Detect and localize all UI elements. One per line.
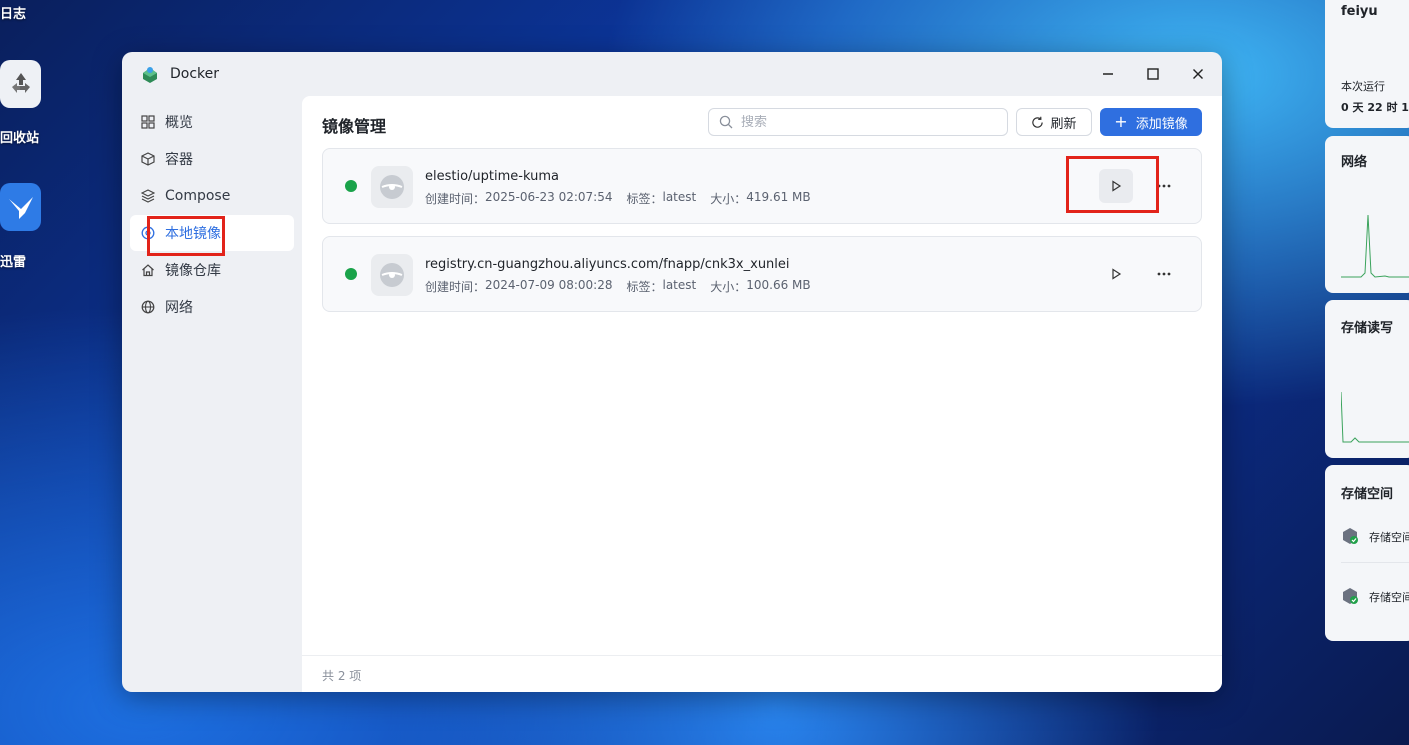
image-meta: 创建时间： 2024-07-09 08:00:28 标签： latest 大小：…: [425, 278, 811, 295]
run-button[interactable]: [1099, 169, 1133, 203]
sidebar-item-label: 本地镜像: [165, 226, 221, 242]
globe-icon: [140, 299, 156, 315]
storage-widget: 存储空间 存储空间 存储空间: [1325, 465, 1409, 641]
created-value: 2024-07-09 08:00:28: [485, 278, 613, 292]
image-disc-icon: [371, 166, 413, 208]
main-panel: 镜像管理 刷新 + 添加镜像 elestio/uptime-kuma 创建时间：…: [302, 96, 1222, 692]
maximize-icon: [1147, 68, 1159, 80]
size-value: 100.66 MB: [746, 278, 811, 292]
disk-io-title: 存储读写: [1341, 321, 1394, 336]
page-title: 镜像管理: [322, 117, 387, 136]
image-disc-icon: [371, 254, 413, 296]
refresh-icon: [1031, 116, 1044, 129]
docker-window: Docker 概览 容器 Compose 本地镜像 镜像仓库 网络 镜像管理 搜…: [122, 52, 1222, 692]
tag-value: latest: [662, 278, 697, 292]
refresh-label: 刷新: [1050, 116, 1077, 132]
uptime-value: 0 天 22 时 13: [1341, 101, 1409, 114]
list-footer: 共 2 项: [302, 655, 1222, 692]
sidebar-item-label: Compose: [165, 188, 231, 204]
refresh-button[interactable]: 刷新: [1016, 108, 1092, 136]
sidebar-item-image-registry[interactable]: 镜像仓库: [130, 252, 294, 288]
image-meta: 创建时间： 2025-06-23 02:07:54 标签： latest 大小：…: [425, 190, 811, 207]
home-icon: [140, 262, 156, 278]
created-label: 创建时间：: [425, 280, 486, 294]
desktop-label-xunlei[interactable]: 迅雷: [0, 251, 26, 270]
box-icon: [140, 151, 156, 167]
image-name: registry.cn-guangzhou.aliyuncs.com/fnapp…: [425, 257, 790, 272]
more-options-button[interactable]: [1149, 259, 1179, 289]
divider: [1341, 562, 1409, 563]
maximize-button[interactable]: [1143, 64, 1163, 84]
desktop-label-recycle-bin[interactable]: 回收站: [0, 127, 39, 146]
sidebar-item-label: 概览: [165, 115, 193, 131]
xunlei-bird-icon[interactable]: [0, 183, 41, 231]
sidebar-item-label: 容器: [165, 152, 193, 168]
network-title: 网络: [1341, 155, 1368, 170]
plus-icon: +: [1114, 112, 1128, 131]
minimize-icon: [1103, 73, 1113, 75]
layers-icon: [140, 188, 156, 204]
sidebar-item-overview[interactable]: 概览: [130, 104, 294, 140]
created-label: 创建时间：: [425, 192, 486, 206]
created-value: 2025-06-23 02:07:54: [485, 190, 613, 204]
disk-io-widget: 存储读写: [1325, 300, 1409, 458]
size-label: 大小：: [710, 280, 747, 294]
tag-label: 标签：: [626, 280, 663, 294]
run-button[interactable]: [1099, 257, 1133, 291]
close-button[interactable]: [1188, 64, 1208, 84]
ellipsis-icon: [1157, 184, 1171, 188]
size-value: 419.61 MB: [746, 190, 811, 204]
add-image-button[interactable]: + 添加镜像: [1100, 108, 1202, 136]
sidebar-item-label: 镜像仓库: [165, 263, 221, 279]
network-sparkline: [1341, 214, 1409, 278]
storage-drive-icon: [1341, 587, 1359, 605]
search-icon: [719, 115, 733, 129]
uptime-label: 本次运行: [1341, 80, 1385, 93]
status-running-dot: [345, 268, 357, 280]
storage-item-label: 存储空间: [1369, 591, 1409, 604]
sidebar: 概览 容器 Compose 本地镜像 镜像仓库 网络: [122, 96, 302, 692]
sidebar-item-label: 网络: [165, 300, 193, 316]
close-icon: [1193, 69, 1203, 79]
play-icon: [1112, 180, 1122, 192]
image-card[interactable]: elestio/uptime-kuma 创建时间： 2025-06-23 02:…: [322, 148, 1202, 224]
desktop-label-log[interactable]: 日志: [0, 3, 26, 22]
ellipsis-icon: [1157, 272, 1171, 276]
disc-icon: [140, 225, 156, 241]
window-title: Docker: [170, 66, 220, 82]
sidebar-item-containers[interactable]: 容器: [130, 141, 294, 177]
item-count: 共 2 项: [322, 669, 362, 683]
status-running-dot: [345, 180, 357, 192]
search-input[interactable]: [741, 114, 991, 130]
image-card[interactable]: registry.cn-guangzhou.aliyuncs.com/fnapp…: [322, 236, 1202, 312]
tag-label: 标签：: [626, 192, 663, 206]
sidebar-item-compose[interactable]: Compose: [130, 178, 294, 214]
docker-logo-icon: [140, 64, 160, 84]
add-image-label: 添加镜像: [1135, 116, 1188, 132]
tag-value: latest: [662, 190, 697, 204]
window-titlebar[interactable]: Docker: [122, 52, 1222, 96]
system-info-widget: feiyu 本次运行 0 天 22 时 13: [1325, 0, 1409, 128]
more-options-button[interactable]: [1149, 171, 1179, 201]
sidebar-item-network[interactable]: 网络: [130, 289, 294, 325]
network-widget: 网络: [1325, 136, 1409, 293]
grid-icon: [140, 114, 156, 130]
storage-item-label: 存储空间: [1369, 531, 1409, 544]
disk-io-sparkline: [1341, 391, 1409, 443]
size-label: 大小：: [710, 192, 747, 206]
storage-title: 存储空间: [1341, 487, 1394, 502]
minimize-button[interactable]: [1098, 64, 1118, 84]
username: feiyu: [1341, 4, 1378, 19]
play-icon: [1112, 268, 1122, 280]
recycle-bin-icon[interactable]: [0, 60, 41, 108]
search-box[interactable]: [708, 108, 1008, 136]
sidebar-item-local-images[interactable]: 本地镜像: [130, 215, 294, 251]
image-name: elestio/uptime-kuma: [425, 169, 559, 184]
storage-drive-icon: [1341, 527, 1359, 545]
